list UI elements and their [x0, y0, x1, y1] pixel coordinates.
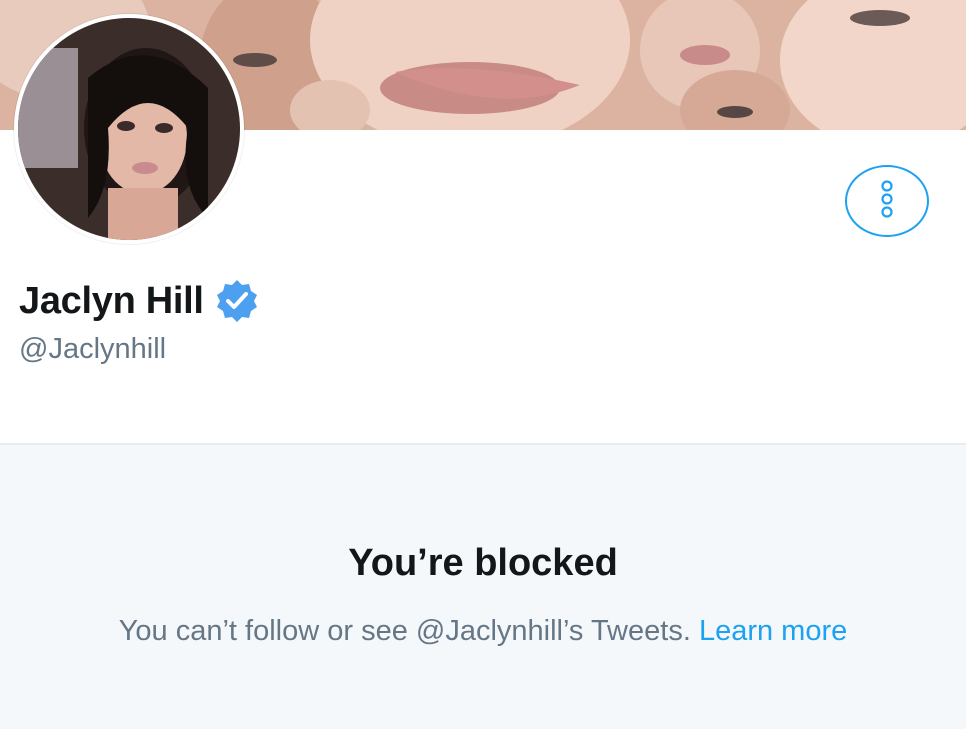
learn-more-link[interactable]: Learn more — [699, 615, 847, 647]
avatar[interactable] — [14, 14, 244, 244]
handle: @Jaclynhill — [19, 333, 167, 365]
blocked-message: You can’t follow or see @Jaclynhill’s Tw… — [0, 612, 966, 650]
more-vertical-icon — [880, 179, 894, 224]
blocked-title: You’re blocked — [348, 542, 618, 584]
blocked-message-text: You can’t follow or see @Jaclynhill’s Tw… — [118, 615, 691, 647]
more-options-button[interactable] — [845, 165, 929, 237]
verified-badge-icon — [214, 278, 260, 324]
blocked-panel — [0, 445, 966, 729]
avatar-photo — [18, 18, 240, 240]
display-name-row: Jaclyn Hill — [19, 278, 260, 324]
display-name: Jaclyn Hill — [19, 280, 204, 322]
